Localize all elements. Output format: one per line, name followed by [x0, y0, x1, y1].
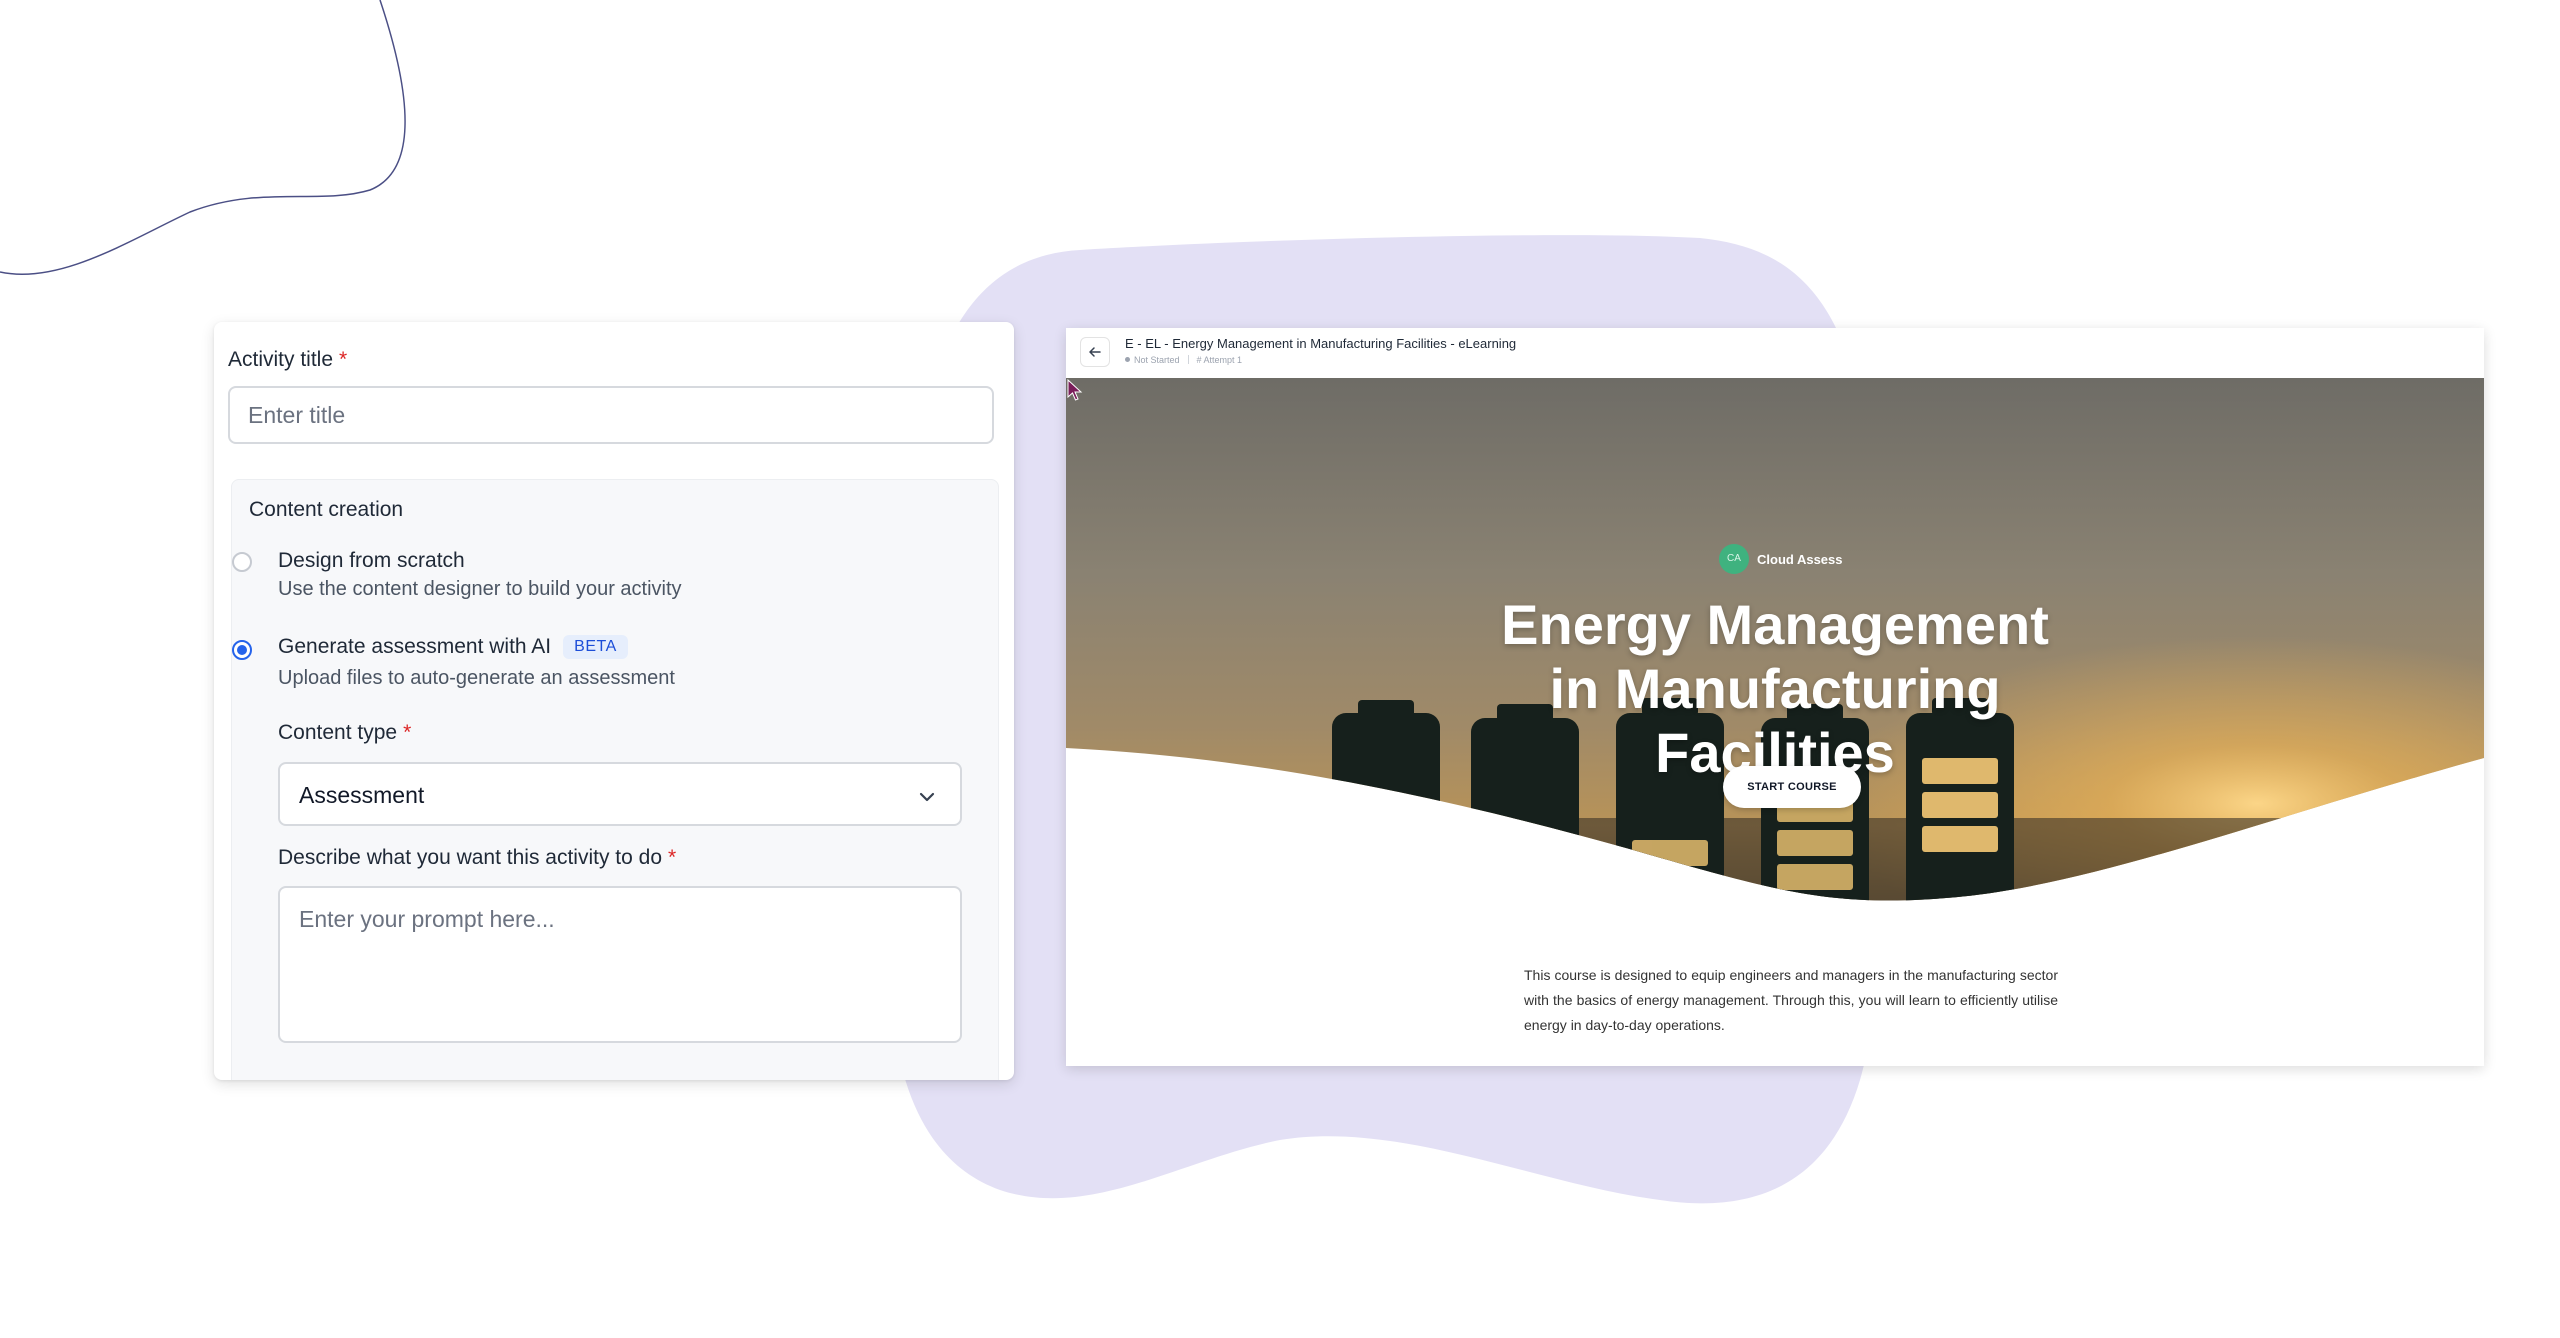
describe-label: Describe what you want this activity to … [278, 846, 677, 869]
design-from-scratch-radio[interactable] [232, 552, 252, 572]
course-preview-window: E - EL - Energy Management in Manufactur… [1066, 328, 2484, 1066]
start-course-button[interactable]: START COURSE [1723, 766, 1861, 808]
course-hero: CA Cloud Assess Energy Management in Manu… [1066, 378, 2484, 938]
back-button[interactable] [1080, 337, 1110, 367]
beta-badge: BETA [563, 635, 628, 659]
brand-logo: CA [1719, 544, 1749, 574]
brand-name: Cloud Assess [1757, 551, 1843, 567]
prompt-textarea[interactable] [278, 886, 962, 1043]
course-description: This course is designed to equip enginee… [1524, 967, 2058, 1033]
content-creation-panel: Content creation Design from scratch Use… [231, 479, 999, 1080]
hash-icon: # [1196, 355, 1204, 365]
required-mark: * [339, 348, 348, 371]
decorative-curve [0, 0, 406, 276]
content-creation-label: Content creation [249, 498, 404, 521]
brand: CA Cloud Assess [1719, 544, 1843, 574]
meta-divider [1187, 355, 1189, 364]
design-from-scratch-description: Use the content designer to build your a… [278, 578, 682, 600]
preview-header: E - EL - Energy Management in Manufactur… [1066, 328, 2484, 379]
generate-ai-title: Generate assessment with AI BETA [278, 635, 628, 659]
chevron-down-icon [919, 792, 935, 802]
activity-title-input[interactable] [228, 386, 994, 444]
preview-window-title: E - EL - Energy Management in Manufactur… [1125, 336, 1517, 351]
content-type-select[interactable]: Assessment [278, 762, 962, 826]
content-type-label: Content type * [278, 721, 412, 744]
attempt-text: Attempt 1 [1203, 355, 1243, 365]
stage: Activity title* Content creation Design … [0, 0, 2560, 1338]
activity-title-label: Activity title * [228, 348, 348, 371]
course-title: Energy Management in Manufacturing Facil… [1501, 593, 2049, 784]
preview-meta: Not Started # Attempt 1 [1125, 355, 1242, 365]
generate-ai-title-text: Generate assessment with AI [278, 635, 552, 658]
arrow-left-icon [1089, 347, 1101, 357]
required-mark: * [668, 846, 677, 869]
status-text: Not Started [1134, 355, 1180, 365]
required-mark: * [403, 721, 412, 744]
design-from-scratch-title: Design from scratch [278, 549, 465, 572]
activity-form-card: Activity title* Content creation Design … [214, 322, 1014, 1080]
status-dot-icon [1125, 357, 1130, 362]
generate-ai-description: Upload files to auto-generate an assessm… [278, 667, 675, 689]
mouse-pointer-icon [1067, 378, 1083, 401]
generate-ai-radio[interactable] [232, 640, 252, 660]
content-type-value: Assessment [299, 782, 425, 808]
